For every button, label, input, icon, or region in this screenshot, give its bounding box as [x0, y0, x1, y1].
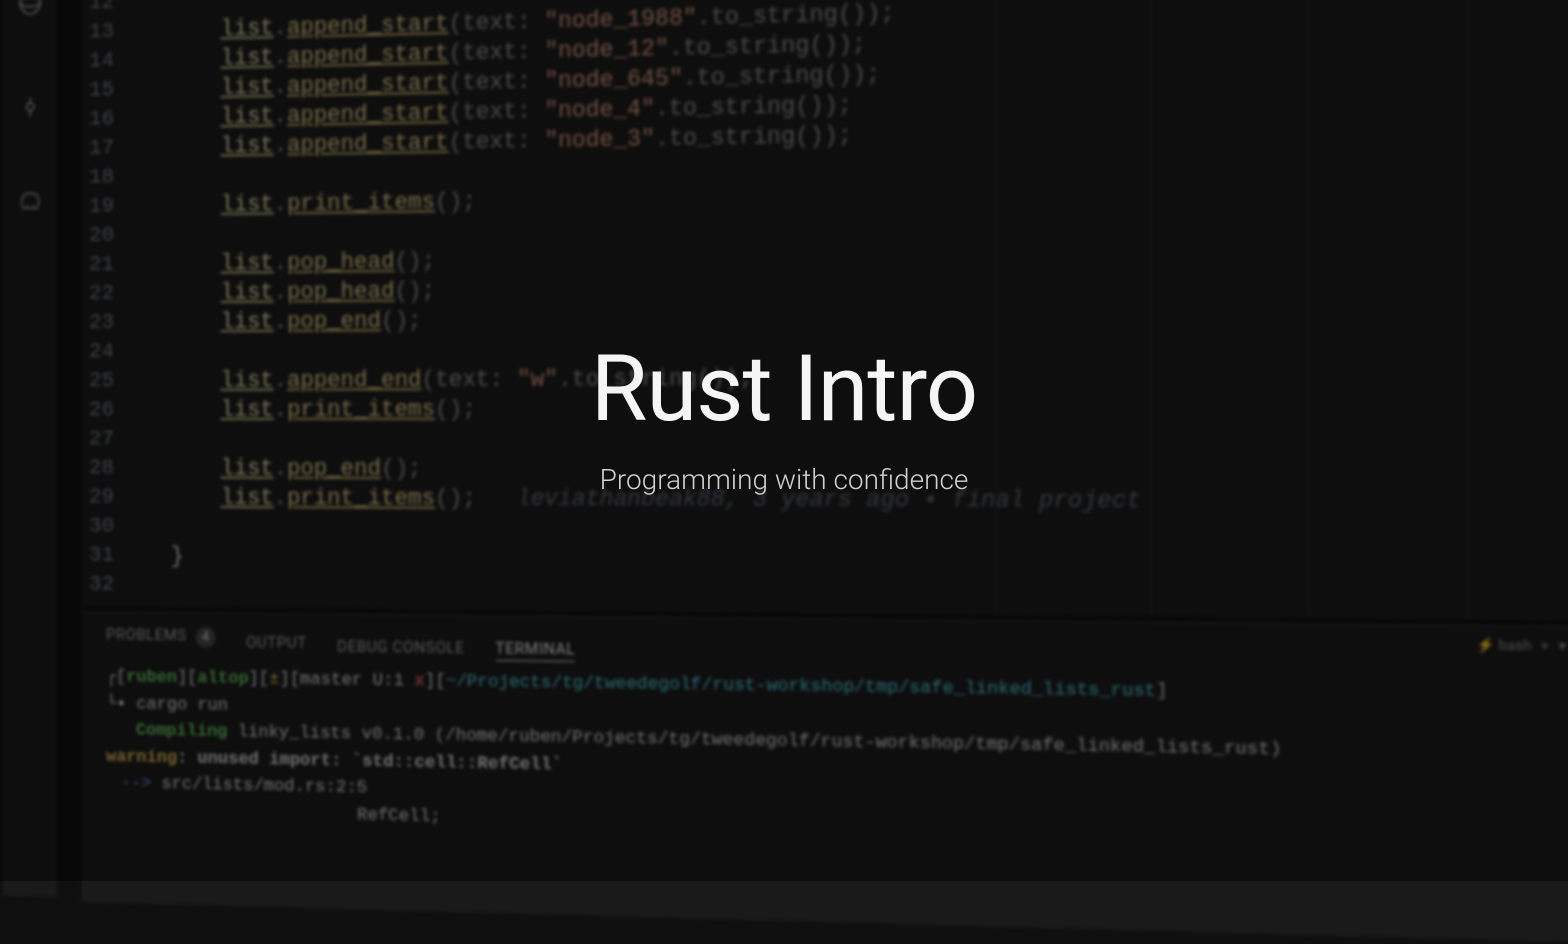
page-subtitle: Programming with confidence [591, 463, 977, 496]
title-container: Rust Intro Programming with confidence [591, 386, 977, 496]
page-title: Rust Intro [591, 336, 977, 443]
